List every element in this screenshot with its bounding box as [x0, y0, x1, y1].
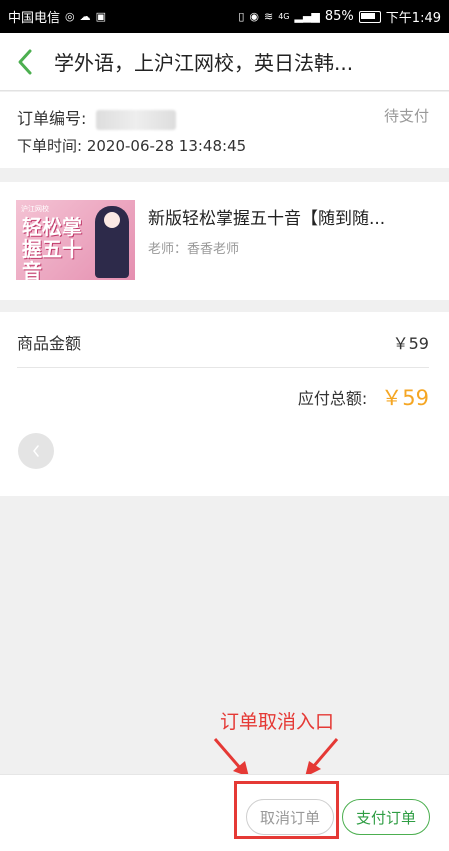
product-card[interactable]: 沪江网校 轻松掌握五十音 新版轻松掌握五十音【随到随... 老师：香香老师	[0, 182, 449, 300]
bottom-action-bar: 取消订单 支付订单	[0, 774, 449, 851]
order-time-label: 下单时间:	[17, 137, 83, 155]
amount-panel: 商品金额 ￥59 应付总额: ￥59	[0, 312, 449, 496]
thumbnail-brand: 沪江网校	[21, 205, 49, 213]
thumbnail-title: 轻松掌握五十音	[22, 215, 82, 280]
back-button[interactable]	[0, 33, 50, 91]
clock: 下午1:49	[385, 11, 441, 26]
chevron-left-icon	[33, 445, 39, 457]
page-title: 学外语，上沪江网校，英日法韩...	[54, 51, 354, 75]
network-label: 4G	[278, 11, 290, 21]
order-info-panel: 订单编号: 待支付 下单时间: 2020-06-28 13:48:45	[0, 92, 449, 168]
divider	[17, 367, 429, 368]
annotation-label: 订单取消入口	[220, 711, 335, 733]
product-thumbnail: 沪江网校 轻松掌握五十音	[16, 200, 135, 280]
total-amount-label: 应付总额:	[297, 389, 368, 408]
goods-amount-row: 商品金额 ￥59	[17, 330, 429, 354]
total-amount-value: ￥59	[381, 386, 429, 410]
order-number-label: 订单编号:	[17, 109, 87, 128]
carrier-label: 中国电信	[8, 11, 61, 26]
order-number-row: 订单编号:	[17, 105, 176, 130]
product-teacher: 老师：香香老师	[148, 242, 240, 257]
navigation-bar: 学外语，上沪江网校，英日法韩...	[0, 33, 449, 91]
pay-order-button[interactable]: 支付订单	[342, 799, 430, 835]
goods-amount-label: 商品金额	[17, 334, 82, 353]
eye-icon: ◉	[249, 10, 259, 23]
app-notification-icon: ▣	[95, 10, 107, 23]
battery-percent: 85%	[324, 9, 354, 24]
battery-icon	[358, 10, 381, 23]
order-time-value: 2020-06-28 13:48:45	[86, 137, 247, 155]
wechat-icon: ◎	[65, 10, 75, 23]
wifi-icon: ≋	[263, 10, 274, 23]
goods-amount-value: ￥59	[392, 334, 429, 353]
cloud-icon: ☁	[79, 10, 91, 23]
status-bar: 中国电信 ◎ ☁ ▣ ▯ ◉ ≋ 4G ▂▄▆ 85% 下午1:49	[0, 0, 449, 33]
floating-back-button[interactable]	[18, 433, 54, 469]
vibrate-icon: ▯	[238, 10, 245, 23]
annotation-highlight-box	[234, 781, 339, 839]
order-number-redacted	[95, 109, 176, 130]
total-amount-row: 应付总额: ￥59	[298, 382, 429, 412]
product-title: 新版轻松掌握五十音【随到随...	[148, 209, 386, 229]
order-time-row: 下单时间: 2020-06-28 13:48:45	[17, 135, 246, 156]
signal-icon: ▂▄▆	[294, 10, 320, 23]
geisha-illustration	[95, 206, 129, 278]
chevron-left-icon	[18, 49, 32, 74]
order-status: 待支付	[383, 107, 429, 125]
